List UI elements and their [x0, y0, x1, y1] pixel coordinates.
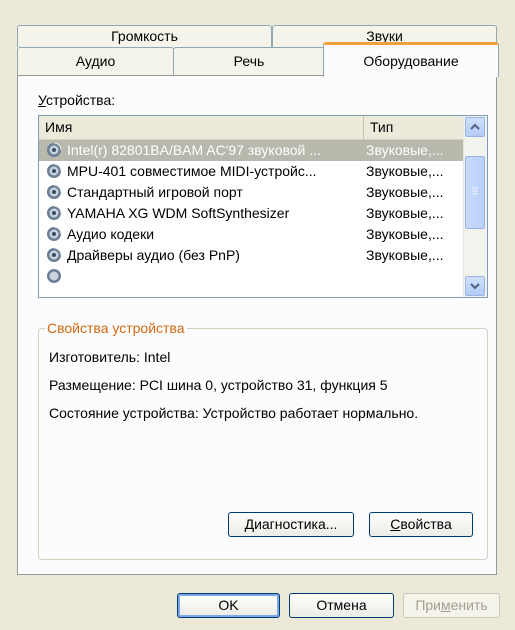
list-item[interactable]: Стандартный игровой порт Звуковые,...: [39, 182, 464, 203]
ok-button[interactable]: OK: [177, 593, 280, 618]
tab-hardware[interactable]: Оборудование: [323, 42, 499, 77]
speaker-icon: [47, 184, 62, 199]
list-item[interactable]: Аудио кодеки Звуковые,...: [39, 224, 464, 245]
list-item-type: Звуковые,...: [366, 226, 444, 242]
list-header: Имя Тип: [39, 116, 464, 140]
grip-icon: [472, 187, 478, 195]
list-item-type: Звуковые,...: [366, 142, 444, 158]
tab-hardware-label: Оборудование: [363, 53, 459, 69]
list-item-type: Звуковые,...: [366, 163, 444, 179]
list-item-type: Звуковые,...: [366, 205, 444, 221]
tab-audio-label: Аудио: [75, 53, 116, 69]
location-text: Размещение: PCI шина 0, устройство 31, ф…: [49, 377, 388, 393]
manufacturer-text: Изготовитель: Intel: [49, 349, 171, 365]
list-item[interactable]: Intel(r) 82801BA/BAM AC'97 звуковой ... З…: [39, 140, 464, 161]
list-item[interactable]: Драйверы аудио (без PnP) Звуковые,...: [39, 245, 464, 266]
scroll-thumb[interactable]: [465, 156, 485, 229]
tab-audio[interactable]: Аудио: [17, 47, 174, 75]
list-item[interactable]: MPU-401 совместимое MIDI-устройс... Звуко…: [39, 161, 464, 182]
list-item-name: MPU-401 совместимое MIDI-устройс...: [67, 163, 317, 179]
chevron-down-icon: [470, 283, 480, 290]
list-item-type: Звуковые,...: [366, 247, 444, 263]
speaker-icon: [47, 247, 62, 262]
apply-button[interactable]: Применить: [403, 593, 500, 618]
properties-button[interactable]: Свойства: [369, 512, 473, 537]
list-item-name: YAMAHA XG WDM SoftSynthesizer: [67, 205, 290, 221]
chevron-up-icon: [470, 123, 480, 130]
tab-speech[interactable]: Речь: [173, 47, 325, 75]
speaker-icon: [47, 142, 62, 157]
tab-volume[interactable]: Громкость: [17, 25, 272, 47]
scroll-up-button[interactable]: [465, 117, 485, 137]
list-item[interactable]: YAMAHA XG WDM SoftSynthesizer Звуковые,..…: [39, 203, 464, 224]
speaker-icon: [47, 269, 61, 283]
diagnostics-button[interactable]: Диагностика...: [228, 512, 354, 537]
speaker-icon: [47, 163, 62, 178]
column-header-name[interactable]: Имя: [39, 116, 364, 139]
list-item-name: Аудио кодеки: [67, 226, 155, 242]
vertical-scrollbar[interactable]: [463, 116, 487, 297]
list-item-type: Звуковые,...: [366, 184, 444, 200]
tab-volume-label: Громкость: [111, 28, 178, 44]
speaker-icon: [47, 205, 62, 220]
scroll-down-button[interactable]: [465, 276, 485, 296]
list-item-name: Драйверы аудио (без PnP): [67, 247, 240, 263]
list-item-name: Intel(r) 82801BA/BAM AC'97 звуковой ...: [67, 142, 321, 158]
devices-label: Устройства:: [38, 92, 116, 108]
list-item-partial[interactable]: [39, 266, 464, 287]
cancel-button[interactable]: Отмена: [289, 593, 394, 618]
column-header-type[interactable]: Тип: [364, 116, 464, 139]
devices-list[interactable]: Имя Тип Intel(r) 82801BA/BAM AC'97 звуко…: [38, 115, 488, 298]
speaker-icon: [47, 226, 62, 241]
tab-speech-label: Речь: [233, 53, 265, 69]
list-item-name: Стандартный игровой порт: [67, 184, 243, 200]
device-properties-title: Свойства устройства: [45, 319, 187, 337]
status-text: Состояние устройства: Устройство работае…: [49, 405, 419, 421]
